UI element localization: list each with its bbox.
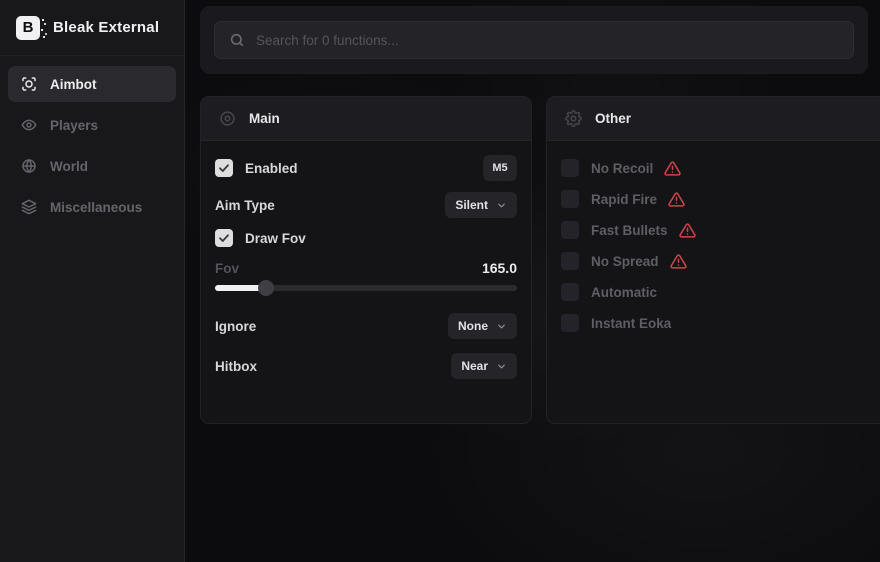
option-label: Fast Bullets [591,223,668,238]
sidebar-item-label: World [50,159,88,174]
globe-icon [21,158,37,174]
search-icon [229,32,245,48]
panel-title: Main [249,111,280,126]
chevron-down-icon [496,361,507,372]
automatic-checkbox[interactable] [561,283,579,301]
warning-triangle-icon [668,191,685,208]
ignore-label: Ignore [215,319,256,334]
option-no-recoil: No Recoil [561,157,875,179]
eye-icon [21,117,37,133]
enabled-checkbox[interactable] [215,159,233,177]
sidebar-item-players[interactable]: Players [8,107,176,143]
aim-type-row: Aim Type Silent [215,192,517,218]
draw-fov-label: Draw Fov [245,231,306,246]
sidebar-item-miscellaneous[interactable]: Miscellaneous [8,189,176,225]
instant-eoka-checkbox[interactable] [561,314,579,332]
ignore-value: None [458,319,488,333]
sidebar-item-aimbot[interactable]: Aimbot [8,66,176,102]
other-options-list: No Recoil Rapid Fire Fast Bullets [561,141,875,334]
fast-bullets-checkbox[interactable] [561,221,579,239]
sidebar: B Bleak External Aimbot Players World Mi… [0,0,185,562]
layers-icon [21,199,37,215]
warning-triangle-icon [664,160,681,177]
app-header: B Bleak External [0,0,184,56]
app-window: B Bleak External Aimbot Players World Mi… [0,0,880,562]
sidebar-nav: Aimbot Players World Miscellaneous [0,56,184,225]
enabled-label: Enabled [245,161,298,176]
warning-triangle-icon [670,253,687,270]
search-card [200,6,868,74]
hitbox-row: Hitbox Near [215,353,517,379]
enabled-row: Enabled M5 [215,155,517,181]
chevron-down-icon [496,200,507,211]
option-label: Automatic [591,285,657,300]
gear-icon [565,110,582,127]
draw-fov-row: Draw Fov [215,229,517,247]
check-icon [218,162,230,174]
option-label: No Recoil [591,161,653,176]
option-label: Rapid Fire [591,192,657,207]
rapid-fire-checkbox[interactable] [561,190,579,208]
app-logo-icon: B [16,16,40,40]
fov-value: 165.0 [482,260,517,276]
aim-type-value: Silent [455,198,488,212]
main-settings-panel: Main Enabled M5 Aim Type Silent [200,96,532,424]
fov-label: Fov [215,261,239,276]
no-recoil-checkbox[interactable] [561,159,579,177]
main-panel-header: Main [201,97,531,141]
no-spread-checkbox[interactable] [561,252,579,270]
option-label: Instant Eoka [591,316,671,331]
target-icon [219,110,236,127]
main-content: Main Enabled M5 Aim Type Silent [185,0,880,562]
option-no-spread: No Spread [561,250,875,272]
search-bar[interactable] [214,21,854,59]
hitbox-label: Hitbox [215,359,257,374]
option-instant-eoka: Instant Eoka [561,312,875,334]
aim-type-label: Aim Type [215,198,275,213]
chevron-down-icon [496,321,507,332]
aim-type-dropdown[interactable]: Silent [445,192,517,218]
keybind-button[interactable]: M5 [483,155,517,181]
app-title: Bleak External [53,19,159,36]
fov-slider[interactable] [215,280,517,296]
option-fast-bullets: Fast Bullets [561,219,875,241]
draw-fov-checkbox[interactable] [215,229,233,247]
warning-triangle-icon [679,222,696,239]
ignore-dropdown[interactable]: None [448,313,517,339]
check-icon [218,232,230,244]
option-automatic: Automatic [561,281,875,303]
main-panel-body: Enabled M5 Aim Type Silent D [201,155,531,379]
other-panel-body: No Recoil Rapid Fire Fast Bullets [547,141,880,334]
hitbox-dropdown[interactable]: Near [451,353,517,379]
sidebar-item-world[interactable]: World [8,148,176,184]
ignore-row: Ignore None [215,313,517,339]
fov-value-row: Fov 165.0 [215,260,517,276]
sidebar-item-label: Aimbot [50,77,97,92]
hitbox-value: Near [461,359,488,373]
panel-title: Other [595,111,631,126]
crosshair-scan-icon [21,76,37,92]
sidebar-item-label: Miscellaneous [50,200,142,215]
option-label: No Spread [591,254,659,269]
search-input[interactable] [256,33,839,48]
other-settings-panel: Other No Recoil Rapid Fire [546,96,880,424]
option-rapid-fire: Rapid Fire [561,188,875,210]
other-panel-header: Other [547,97,880,141]
sidebar-item-label: Players [50,118,98,133]
fov-slider-handle[interactable] [258,280,274,296]
